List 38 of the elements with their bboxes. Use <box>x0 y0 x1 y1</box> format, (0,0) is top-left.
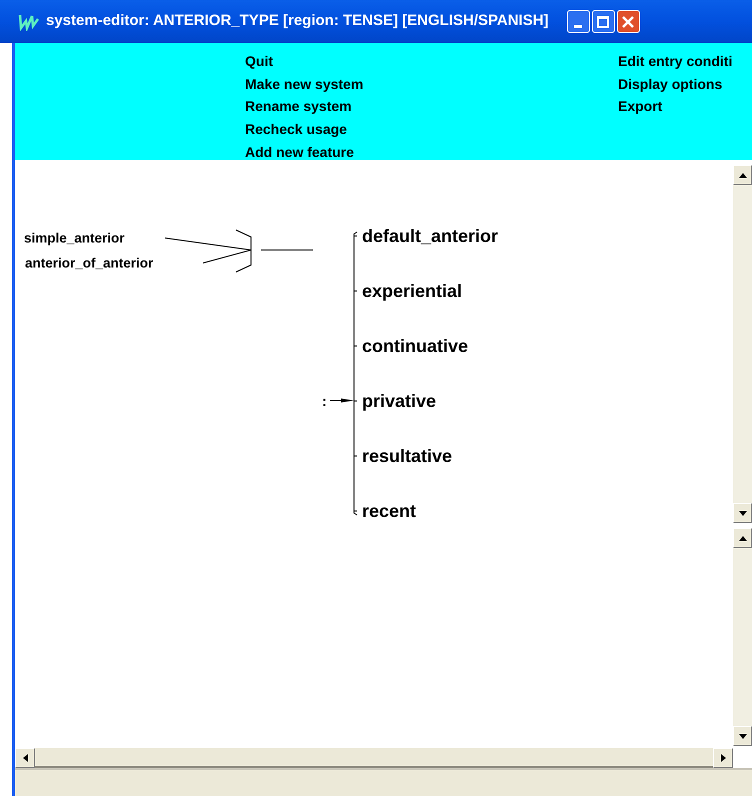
menu-item[interactable]: Export <box>618 95 732 118</box>
entry-condition-label: anterior_of_anterior <box>25 256 154 270</box>
scroll-down-button[interactable] <box>733 726 752 746</box>
menu-item[interactable]: Recheck usage <box>245 118 618 141</box>
feature-label: continuative <box>362 337 468 355</box>
right-arrow-icon <box>720 754 726 762</box>
up-arrow-icon <box>738 536 746 540</box>
down-arrow-icon <box>738 734 746 738</box>
maximize-button[interactable] <box>592 10 615 33</box>
entry-condition-label: simple_anterior <box>24 231 125 245</box>
scroll-up-button[interactable] <box>733 528 752 548</box>
minimize-icon <box>574 25 582 28</box>
scroll-left-button[interactable] <box>15 748 35 768</box>
feature-label: recent <box>362 502 416 520</box>
scroll-down-button[interactable] <box>733 503 752 523</box>
left-arrow-icon <box>22 754 28 762</box>
minimize-button[interactable] <box>566 10 590 33</box>
window-title: system-editor: ANTERIOR_TYPE [region: TENSE] [ENGLISH/SPANISH] <box>46 11 549 32</box>
close-button[interactable] <box>616 10 640 33</box>
menu-item[interactable]: Rename system <box>245 95 618 118</box>
up-arrow-icon <box>738 172 746 178</box>
menu-item[interactable]: Add new feature <box>245 140 618 160</box>
scroll-right-button[interactable] <box>713 748 733 768</box>
feature-label: default_anterior <box>362 227 498 245</box>
menu-item[interactable]: Make new system <box>245 72 618 96</box>
down-arrow-icon <box>738 510 746 516</box>
menu-item[interactable]: Display options <box>618 72 732 96</box>
scroll-up-button[interactable] <box>733 165 752 185</box>
entry-arrow <box>330 398 354 402</box>
app-icon <box>18 12 40 30</box>
feature-label: privative <box>362 392 436 410</box>
menu-item[interactable]: Edit entry conditi <box>618 50 732 73</box>
feature-label: experiential <box>362 282 462 300</box>
feature-label: resultative <box>362 447 452 465</box>
entry-marker: : <box>322 394 327 408</box>
maximize-icon <box>597 16 610 28</box>
menu-item[interactable]: Quit <box>245 50 618 73</box>
close-icon <box>622 16 634 28</box>
